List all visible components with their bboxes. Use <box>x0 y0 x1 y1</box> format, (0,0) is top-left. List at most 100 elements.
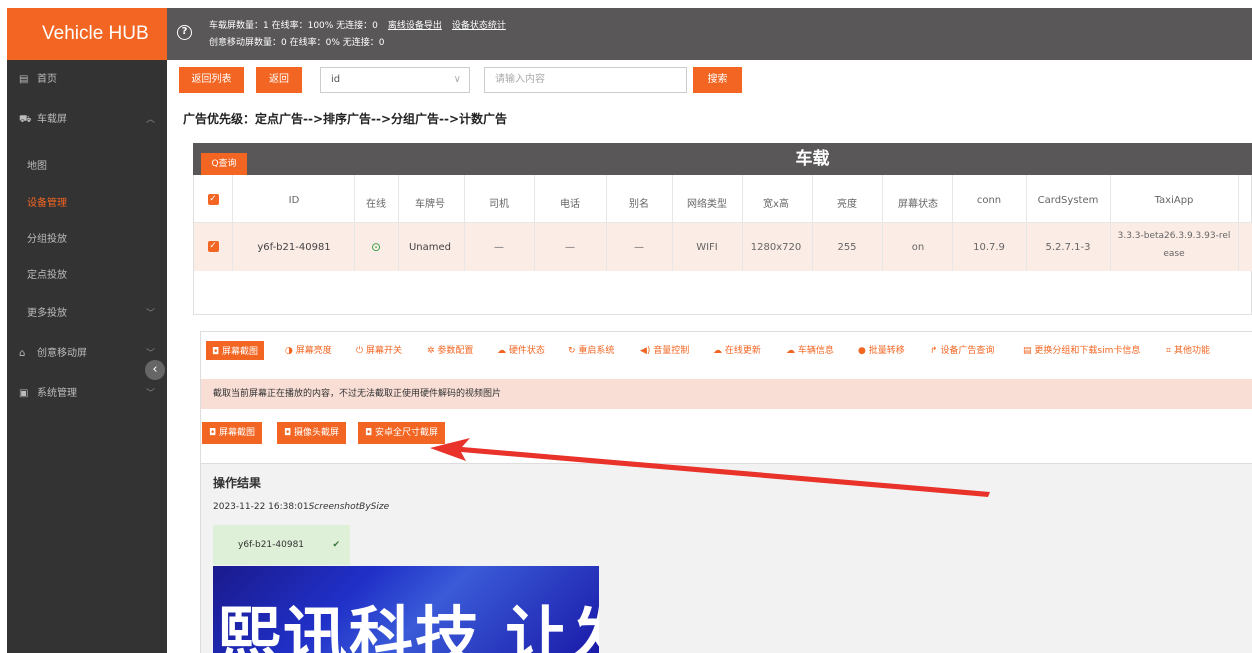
tool-online-update[interactable]: ☁ 在线更新 <box>713 343 761 356</box>
sidebar-item-more-delivery[interactable]: 更多投放 ﹀ <box>7 296 167 332</box>
table-header-row: ✓ ID 在线 车牌号 司机 电话 别名 网络类型 宽x高 亮度 屏幕状态 co… <box>194 175 1252 223</box>
col-resolution: 宽x高 <box>763 199 789 210</box>
col-screen-status: 屏幕状态 <box>898 199 938 210</box>
info-icon: ● <box>858 346 869 356</box>
screenshot-image-text: 熙讯科技 让发布更简单 <box>217 601 599 653</box>
power-icon: ⏻ <box>356 346 366 356</box>
col-alias: 别名 <box>629 199 649 210</box>
trash-icon: ▤ <box>1023 346 1035 356</box>
cloud-upload-icon: ☁ <box>713 346 725 356</box>
vehicle-stats-text: 车载屏数量：1 在线率：100% 无连接：0 <box>209 21 378 31</box>
sidebar: ▤ 首页 ⛟ 车载屏 ︿ 地图 设备管理 分组投放 定点投放 更多投放 ﹀ ⌂ 创意移动屏… <box>7 60 167 653</box>
result-device-tag[interactable]: y6f-b21-40981 ✔ <box>213 525 350 565</box>
cell-plate: Unamed <box>408 242 452 253</box>
sidebar-item-system[interactable]: ▣ 系统管理 ﹀ <box>7 376 167 412</box>
tool-batch-transfer[interactable]: ● 批量转移 <box>858 343 905 356</box>
sidebar-item-creative-mobile[interactable]: ⌂ 创意移动屏 ﹀ <box>7 336 167 372</box>
tool-hardware[interactable]: ☁ 硬件状态 <box>497 343 545 356</box>
crop-icon: ⌗ <box>1166 346 1174 356</box>
sidebar-item-fixed-delivery[interactable]: 定点投放 <box>7 258 167 294</box>
camera-icon: ◘ <box>209 428 219 438</box>
query-button[interactable]: Q查询 <box>201 153 247 175</box>
camera-screenshot-button[interactable]: ◘ 摄像头截屏 <box>277 422 346 444</box>
cell-resolution: 1280x720 <box>750 242 802 253</box>
search-button[interactable]: 搜索 <box>693 67 742 93</box>
search-input[interactable]: 请输入内容 <box>484 67 687 93</box>
cell-conn: 10.7.9 <box>973 242 1005 253</box>
refresh-icon: ↻ <box>568 346 579 356</box>
tool-reboot[interactable]: ↻ 重启系统 <box>568 343 614 356</box>
cell-brightness: 255 <box>837 242 857 253</box>
export-offline-link[interactable]: 离线设备导出 <box>388 21 442 31</box>
brightness-icon: ◑ <box>285 346 296 356</box>
check-icon: ✔ <box>332 540 340 550</box>
tool-screen-switch[interactable]: ⏻ 屏幕开关 <box>356 343 402 356</box>
help-icon[interactable]: ? <box>177 25 192 40</box>
android-fullsize-screenshot-button[interactable]: ◘ 安卓全尺寸截屏 <box>358 422 445 444</box>
ad-priority-text: 广告优先级：定点广告-->排序广告-->分组广告-->计数广告 <box>183 112 508 126</box>
col-brightness: 亮度 <box>837 199 857 210</box>
sidebar-item-home[interactable]: ▤ 首页 <box>7 62 167 98</box>
tool-ad-query[interactable]: ↱ 设备广告查询 <box>930 343 994 356</box>
chevron-down-icon: ﹀ <box>145 309 155 319</box>
device-status-link[interactable]: 设备状态统计 <box>452 21 506 31</box>
tool-screenshot[interactable]: ◘ 屏幕截图 <box>206 341 264 360</box>
tool-change-group[interactable]: ▤ 更换分组和下载sim卡信息 <box>1023 343 1140 356</box>
home-icon: ▤ <box>19 74 29 85</box>
sidebar-item-device-management[interactable]: 设备管理 <box>7 186 167 222</box>
table-row[interactable]: ✓ y6f-b21-40981 ⊙ Unamed — — — WIFI 1280… <box>194 223 1252 271</box>
table-header-bar: 车载 Q查询 <box>193 143 1252 175</box>
cell-id: y6f-b21-40981 <box>257 242 331 253</box>
select-all-checkbox[interactable]: ✓ <box>206 193 220 205</box>
cell-network: WIFI <box>696 242 718 253</box>
cloud-icon: ☁ <box>786 346 798 356</box>
cell-taxiapp: 3.3.3-beta26.3.9.3.93-rel <box>1117 231 1231 241</box>
cell-phone: — <box>565 242 575 253</box>
back-to-list-button[interactable]: 返回列表 <box>179 67 244 93</box>
top-bar: ? 车载屏数量：1 在线率：100% 无连接：0 离线设备导出 设备状态统计 创意移… <box>167 8 1252 60</box>
sidebar-item-vehicle-screen[interactable]: ⛟ 车载屏 ︿ <box>7 102 167 138</box>
col-cardsystem: CardSystem <box>1037 195 1099 206</box>
share-icon: ↱ <box>930 346 941 356</box>
sidebar-item-map[interactable]: 地图 <box>7 149 167 185</box>
volume-icon: ◀) <box>640 346 654 356</box>
camera-icon: ◘ <box>365 428 375 438</box>
screenshot-image: 熙讯科技 让发布更简单 <box>213 566 599 653</box>
camera-icon: ◘ <box>284 428 294 438</box>
chevron-down-icon: ∨ <box>453 74 461 85</box>
online-check-icon: ⊙ <box>370 240 382 254</box>
tool-params[interactable]: ✲ 参数配置 <box>427 343 473 356</box>
sidebar-item-group-delivery[interactable]: 分组投放 <box>7 222 167 258</box>
col-driver: 司机 <box>489 199 509 210</box>
cell-cardsystem: 5.2.7.1-3 <box>1045 242 1091 253</box>
tool-volume[interactable]: ◀) 音量控制 <box>640 343 689 356</box>
camera-icon: ◘ <box>212 347 222 357</box>
cell-taxiapp-cont: ease <box>1163 249 1185 259</box>
chevron-down-icon: ﹀ <box>145 389 155 399</box>
col-online: 在线 <box>366 199 386 210</box>
tool-brightness[interactable]: ◑ 屏幕亮度 <box>285 343 332 356</box>
col-plate: 车牌号 <box>415 199 445 210</box>
screenshot-button[interactable]: ◘ 屏幕截图 <box>202 422 262 444</box>
col-conn: conn <box>976 195 1002 206</box>
search-field-select[interactable]: id ∨ <box>320 67 470 93</box>
settings-icon: ▣ <box>19 388 29 399</box>
row-checkbox[interactable]: ✓ <box>206 240 220 252</box>
collapse-sidebar-button[interactable]: ‹ <box>145 360 165 380</box>
bank-icon: ⌂ <box>19 348 26 359</box>
back-button[interactable]: 返回 <box>256 67 302 93</box>
col-id: ID <box>288 195 300 206</box>
tool-vehicle-info[interactable]: ☁ 车辆信息 <box>786 343 834 356</box>
result-timestamp: 2023-11-22 16:38:01ScreenshotBySize <box>213 502 390 512</box>
tool-other[interactable]: ⌗ 其他功能 <box>1166 343 1210 356</box>
result-method: ScreenshotBySize <box>308 502 390 512</box>
stats-line-mobile: 创意移动屏数量：0 在线率：0% 无连接：0 <box>209 38 385 48</box>
col-taxiapp: TaxiApp <box>1154 195 1194 206</box>
car-icon: ⛟ <box>19 114 32 125</box>
chevron-up-icon: ︿ <box>145 115 155 125</box>
cell-alias: — <box>634 242 644 253</box>
col-network: 网络类型 <box>687 199 727 210</box>
gear-icon: ✲ <box>427 346 438 356</box>
device-table: ✓ ID 在线 车牌号 司机 电话 别名 网络类型 宽x高 亮度 屏幕状态 co… <box>193 175 1252 315</box>
result-title: 操作结果 <box>213 476 262 490</box>
